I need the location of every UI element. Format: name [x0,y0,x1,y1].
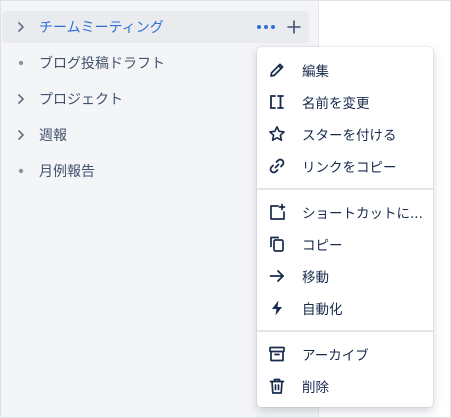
menu-item-shortcut[interactable]: ショートカットに... [257,196,433,228]
sidebar-item-label: ブログ投稿ドラフト [39,56,165,72]
menu-item-label: 自動化 [302,302,343,318]
sidebar-item-label: 月例報告 [39,164,95,180]
lightning-icon [267,298,287,318]
archive-icon [267,344,287,364]
menu-item-star[interactable]: スターを付ける [257,118,433,150]
chevron-right-icon[interactable] [14,94,28,104]
menu-item-copy[interactable]: コピー [257,228,433,260]
menu-item-automate[interactable]: 自動化 [257,292,433,324]
trash-icon [267,376,287,396]
star-icon [267,124,287,144]
sidebar-item-team-meeting[interactable]: チームミーティング [2,11,309,43]
context-menu: 編集 名前を変更 スターを付ける リンクをコピー ショートカットに... コピー… [257,47,433,407]
menu-item-archive[interactable]: アーカイブ [257,338,433,370]
sidebar-item-label: プロジェクト [39,92,123,108]
copy-icon [267,234,287,254]
menu-item-label: アーカイブ [302,348,369,364]
chevron-right-icon[interactable] [14,22,28,32]
row-actions [255,11,301,43]
menu-item-label: 名前を変更 [302,96,370,112]
chevron-right-icon[interactable] [14,130,28,140]
menu-item-rename[interactable]: 名前を変更 [257,86,433,118]
sidebar-item-label: 週報 [39,128,67,144]
menu-item-move[interactable]: 移動 [257,260,433,292]
menu-separator [257,188,433,190]
sidebar-item-label: チームミーティング [39,20,164,36]
menu-item-label: 移動 [302,270,329,286]
rename-cursor-icon [267,92,287,112]
pencil-icon [267,60,287,80]
arrow-right-icon [267,266,287,286]
menu-item-label: 編集 [302,64,329,80]
menu-item-label: コピー [302,238,343,254]
menu-separator [257,330,433,332]
bullet-icon [14,60,28,66]
menu-item-label: スターを付ける [302,128,397,144]
menu-item-label: リンクをコピー [302,160,397,176]
menu-item-label: 削除 [302,380,329,396]
menu-item-label: ショートカットに... [302,206,423,222]
menu-item-copy-link[interactable]: リンクをコピー [257,150,433,182]
menu-item-edit[interactable]: 編集 [257,54,433,86]
menu-item-delete[interactable]: 削除 [257,370,433,402]
link-icon [267,156,287,176]
bullet-icon [14,168,28,174]
plus-icon[interactable] [287,20,301,34]
add-shortcut-icon [267,202,287,222]
more-options-icon[interactable] [255,23,277,31]
